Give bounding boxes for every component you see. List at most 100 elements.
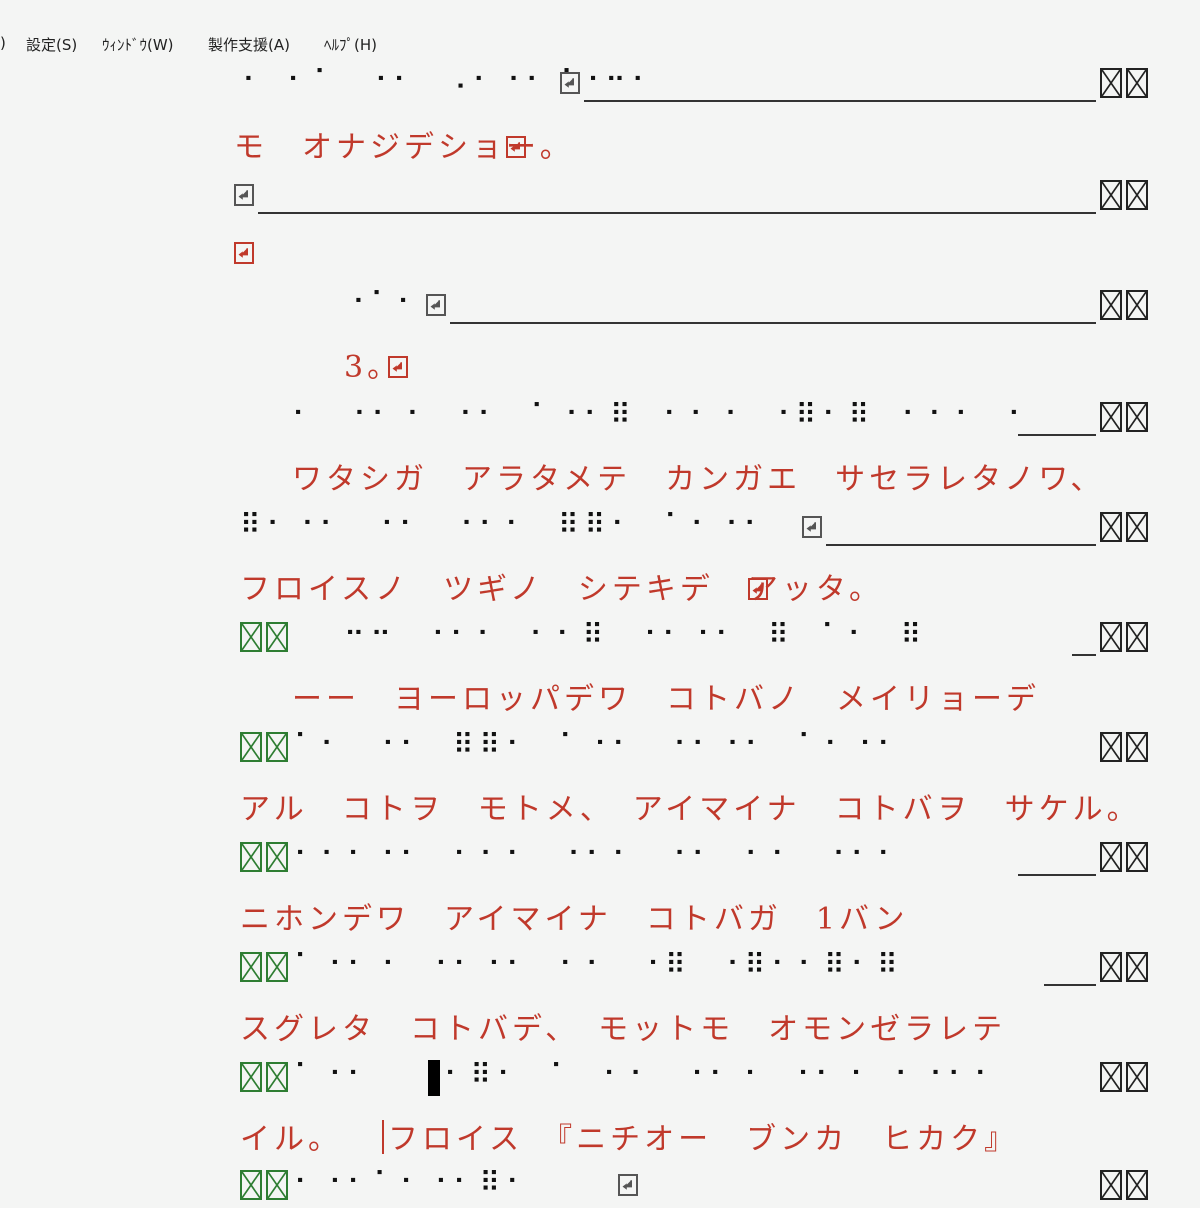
cell-box-icon (1126, 512, 1148, 542)
return-mark-icon (426, 294, 446, 316)
blank-cell-icon (240, 952, 262, 982)
menu-item-production-support[interactable]: 製作支援(A) (208, 34, 290, 55)
return-mark-icon (560, 72, 580, 94)
line-fill (1018, 874, 1096, 876)
cell-box-icon (1100, 1170, 1122, 1200)
cell-box-icon (1100, 952, 1122, 982)
kana-text: スグレタ コトバデ、 モットモ オモンゼラレテ (240, 1012, 1007, 1047)
blank-cell-icon (240, 842, 262, 872)
line-fill (450, 322, 1096, 324)
kana-text: イル。 (240, 1122, 342, 1157)
braille-line: ⠂⠐⠂⠁⠂⠐⠂⠿⠂ (0, 1166, 1200, 1208)
blank-cell-icon (266, 1170, 288, 1200)
kana-line: 3。 (0, 346, 1200, 386)
return-mark-icon (234, 184, 254, 206)
cell-box-icon (1100, 732, 1122, 762)
blank-cell-icon (240, 732, 262, 762)
line-fill (258, 212, 1096, 214)
line-fill (1018, 434, 1096, 436)
braille-line (0, 178, 1200, 218)
blank-cell-icon (266, 732, 288, 762)
kana-line (0, 234, 1200, 274)
menu-item-help[interactable]: ﾍﾙﾌﾟ(H) (324, 34, 377, 55)
blank-cell-icon (266, 622, 288, 652)
cell-box-icon (1126, 402, 1148, 432)
cell-box-icon (1100, 842, 1122, 872)
braille-line: ⠁⠂⠀⠐⠂⠀⠿⠿⠂⠀⠁⠐⠂⠀⠐⠂⠐⠂⠀⠁⠂⠐⠂ (0, 728, 1200, 770)
blank-cell-icon (240, 1170, 262, 1200)
kana-text: アル コトヲ モトメ、 アイマイナ コトバヲ サケル。 (240, 792, 1141, 827)
kana-text: ニホンデワ アイマイナ コトバガ 1バン (240, 902, 909, 937)
blank-cell-icon (266, 842, 288, 872)
menu-item-window[interactable]: ｳｨﾝﾄﾞｳ(W) (102, 34, 174, 55)
braille-line: ⠁⠐⠂⠐⠀⠐⠂⠐⠂⠀⠂⠂⠀⠐⠿⠀⠐⠿⠂⠂⠿⠂⠿ (0, 948, 1200, 990)
line-fill (826, 544, 1096, 546)
braille-text: ⠂⠂⠂⠐⠂⠀⠂⠂⠂⠀⠐⠂⠂⠀⠐⠂⠀⠂⠂⠀⠐⠂⠂ (294, 838, 904, 871)
blank-cell-icon (240, 1062, 262, 1092)
braille-line: ⠂⠀⠐⠂⠐⠀⠐⠂⠀⠁⠐⠂⠿⠀⠂⠂⠐⠀⠐⠿⠂⠿⠀⠂⠂⠂⠀⠂⠀ (0, 398, 1200, 440)
return-mark-icon (618, 1174, 638, 1196)
line-fill (584, 100, 1096, 102)
cell-box-icon (1126, 1170, 1148, 1200)
cell-box-icon (1100, 512, 1122, 542)
return-mark-icon (234, 242, 254, 264)
kana-line: イル。 フロイス 『ニチオー ブンカ ヒカク』 (0, 1118, 1200, 1158)
text-cursor (428, 1060, 440, 1096)
cell-box-icon (1126, 68, 1148, 98)
cell-box-icon (1100, 290, 1122, 320)
menu-bar: ) 設定(S) ｳｨﾝﾄﾞｳ(W) 製作支援(A) ﾍﾙﾌﾟ(H) (0, 30, 1200, 60)
kana-line: アル コトヲ モトメ、 アイマイナ コトバヲ サケル。 (0, 788, 1200, 828)
braille-text: ⠐⠁⠂ (344, 286, 424, 319)
cell-box-icon (1100, 180, 1122, 210)
kana-text: フロイス 『ニチオー ブンカ ヒカク』 (388, 1122, 1019, 1157)
braille-text: ⠂⠿⠂⠀⠁⠀⠂⠂⠀⠐⠂⠐⠀⠐⠂⠐⠀⠂⠐⠂⠂ (444, 1058, 1001, 1091)
braille-text: ⠁⠐⠂⠐⠀⠐⠂⠐⠂⠀⠂⠂⠀⠐⠿⠀⠐⠿⠂⠂⠿⠂⠿ (294, 948, 904, 981)
braille-text: ⠿⠂⠐⠂⠀⠐⠂⠀⠐⠂⠂⠀⠿⠿⠂⠀⠁⠂⠐⠂ (240, 508, 771, 541)
kana-text: ワタシガ アラタメテ カンガエ サセラレタノワ、 (292, 462, 1105, 497)
braille-text: ⠂⠐⠂⠁⠂⠐⠂⠿⠂ (294, 1166, 533, 1199)
line-fill (1044, 984, 1096, 986)
braille-line: ⠐⠁⠂ (0, 286, 1200, 328)
braille-text: ⠐⠀⠂⠁⠀⠐⠂⠀⠠⠂⠐⠂⠈⠐⠒⠂ (234, 64, 659, 97)
cell-box-icon (1126, 732, 1148, 762)
blank-cell-icon (266, 1062, 288, 1092)
kana-line: モ オナジデショー。 (0, 126, 1200, 166)
blank-cell-icon (240, 622, 262, 652)
kana-text: ーー ヨーロッパデワ コトバノ メイリョーデ (292, 682, 1040, 717)
return-mark-icon (506, 136, 526, 158)
kana-line: ニホンデワ アイマイナ コトバガ 1バン (0, 898, 1200, 938)
menu-item-partial[interactable]: ) (0, 34, 6, 52)
kana-line: スグレタ コトバデ、 モットモ オモンゼラレテ (0, 1008, 1200, 1048)
braille-line: ⠂⠂⠂⠐⠂⠀⠂⠂⠂⠀⠐⠂⠂⠀⠐⠂⠀⠂⠂⠀⠐⠂⠂ (0, 838, 1200, 880)
braille-text: ⠁⠂⠀⠐⠂⠀⠿⠿⠂⠀⠁⠐⠂⠀⠐⠂⠐⠂⠀⠁⠂⠐⠂ (294, 728, 904, 761)
return-mark-icon (802, 516, 822, 538)
cell-box-icon (1100, 402, 1122, 432)
cell-box-icon (1100, 622, 1122, 652)
cell-box-icon (1100, 1062, 1122, 1092)
cell-box-icon (1126, 952, 1148, 982)
menu-item-settings[interactable]: 設定(S) (26, 34, 77, 55)
cell-box-icon (1126, 180, 1148, 210)
cell-box-icon (1126, 1062, 1148, 1092)
braille-line: ⠒⠒⠀⠐⠂⠂⠀⠂⠂⠿⠀⠐⠂⠐⠂⠀⠿⠀⠁⠂⠀⠿ (0, 618, 1200, 660)
braille-line: ⠁⠐⠂ ⠂⠿⠂⠀⠁⠀⠂⠂⠀⠐⠂⠐⠀⠐⠂⠐⠀⠂⠐⠂⠂ (0, 1058, 1200, 1100)
kana-line: ーー ヨーロッパデワ コトバノ メイリョーデ (0, 678, 1200, 718)
braille-editor-area[interactable]: ⠐⠀⠂⠁⠀⠐⠂⠀⠠⠂⠐⠂⠈⠐⠒⠂ モ オナジデショー。 ⠐⠁⠂ 3。 ⠂⠀⠐⠂⠐… (0, 60, 1200, 1200)
braille-line: ⠿⠂⠐⠂⠀⠐⠂⠀⠐⠂⠂⠀⠿⠿⠂⠀⠁⠂⠐⠂ (0, 508, 1200, 550)
braille-text: ⠒⠒⠀⠐⠂⠂⠀⠂⠂⠿⠀⠐⠂⠐⠂⠀⠿⠀⠁⠂⠀⠿ (344, 618, 928, 651)
kana-line: フロイスノ ツギノ シテキデ アッタ。 (0, 568, 1200, 608)
cell-box-icon (1100, 68, 1122, 98)
cell-box-icon (1126, 290, 1148, 320)
blank-cell-icon (266, 952, 288, 982)
cell-box-icon (1126, 842, 1148, 872)
line-fill (1072, 654, 1096, 656)
return-mark-icon (388, 356, 408, 378)
cell-box-icon (1126, 622, 1148, 652)
kana-line: ワタシガ アラタメテ カンガエ サセラレタノワ、 (0, 458, 1200, 498)
braille-line: ⠐⠀⠂⠁⠀⠐⠂⠀⠠⠂⠐⠂⠈⠐⠒⠂ (0, 64, 1200, 106)
return-mark-icon (748, 578, 768, 600)
kana-caret (382, 1120, 384, 1154)
kana-text: フロイスノ ツギノ シテキデ アッタ。 (240, 572, 883, 607)
braille-text: ⠁⠐⠂ (294, 1058, 374, 1091)
braille-text: ⠂⠀⠐⠂⠐⠀⠐⠂⠀⠁⠐⠂⠿⠀⠂⠂⠐⠀⠐⠿⠂⠿⠀⠂⠂⠂⠀⠂⠀ (292, 398, 1061, 431)
